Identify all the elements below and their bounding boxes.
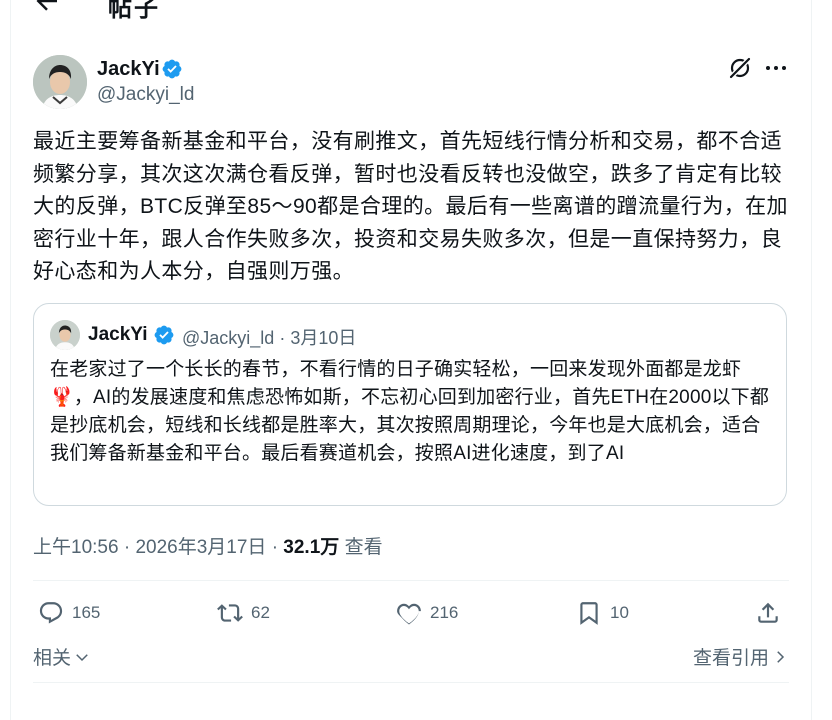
view-quotes-link[interactable]: 查看引用	[693, 643, 789, 670]
post-meta: 上午10:56 · 2026年3月17日 · 32.1万 查看	[33, 532, 383, 559]
author-avatar[interactable]	[33, 55, 87, 109]
page-title: 帖子	[108, 0, 160, 22]
quoted-post-text: 在老家过了一个长长的春节，不看行情的日子确实轻松，一回来发现外面都是龙虾🦞，AI…	[50, 359, 770, 464]
related-label: 相关	[33, 648, 72, 669]
quoted-author-name: JackYi	[88, 324, 148, 345]
related-toggle[interactable]: 相关	[33, 643, 91, 670]
avatar-image	[50, 320, 80, 350]
avatar-image	[33, 55, 87, 109]
heart-icon	[397, 603, 421, 625]
bookmark-icon	[580, 602, 598, 625]
quoted-post-card[interactable]: JackYi @Jackyi_ld · 3月10日 在老家过了一个长长的春节，不…	[33, 303, 787, 506]
arrow-left-icon	[36, 0, 57, 11]
post-text: 最近主要筹备新基金和平台，没有刷推文，首先短线行情分析和交易，都不合适频繁分享，…	[33, 130, 788, 283]
quoted-author-avatar	[50, 320, 80, 350]
post-date[interactable]: 2026年3月17日	[135, 537, 266, 558]
repost-count: 62	[251, 603, 270, 622]
verified-badge-icon	[154, 325, 174, 345]
like-count: 216	[430, 603, 459, 622]
post-time[interactable]: 上午10:56	[33, 537, 119, 558]
verified-badge-icon[interactable]	[161, 58, 183, 80]
repost-icon	[217, 604, 243, 622]
view-quotes-label: 查看引用	[693, 648, 770, 669]
grok-icon[interactable]	[727, 55, 753, 81]
chevron-down-icon	[76, 653, 88, 661]
meta-separator: ·	[271, 537, 279, 558]
reply-count: 165	[72, 603, 101, 622]
author-name[interactable]: JackYi	[97, 58, 160, 81]
divider	[33, 682, 789, 683]
quoted-author-handle: @Jackyi_ld	[182, 328, 275, 348]
share-icon	[758, 602, 778, 623]
more-options-icon[interactable]	[763, 58, 789, 78]
reply-icon	[39, 602, 63, 624]
bookmark-button[interactable]: 10	[576, 598, 629, 628]
repost-button[interactable]: 62	[217, 598, 270, 628]
divider	[33, 580, 789, 581]
share-button[interactable]	[755, 598, 781, 628]
views-count: 32.1万	[283, 537, 340, 558]
author-handle[interactable]: @Jackyi_ld	[97, 84, 194, 106]
chevron-right-icon	[777, 650, 785, 663]
meta-separator: ·	[123, 537, 131, 558]
views-label: 查看	[344, 537, 383, 558]
quoted-meta: @Jackyi_ld · 3月10日	[182, 324, 356, 350]
back-button[interactable]	[32, 0, 62, 16]
meta-separator: ·	[279, 328, 286, 348]
like-button[interactable]: 216	[396, 598, 458, 628]
bookmark-count: 10	[610, 603, 629, 622]
reply-button[interactable]: 165	[38, 598, 100, 628]
quoted-date: 3月10日	[290, 328, 357, 348]
